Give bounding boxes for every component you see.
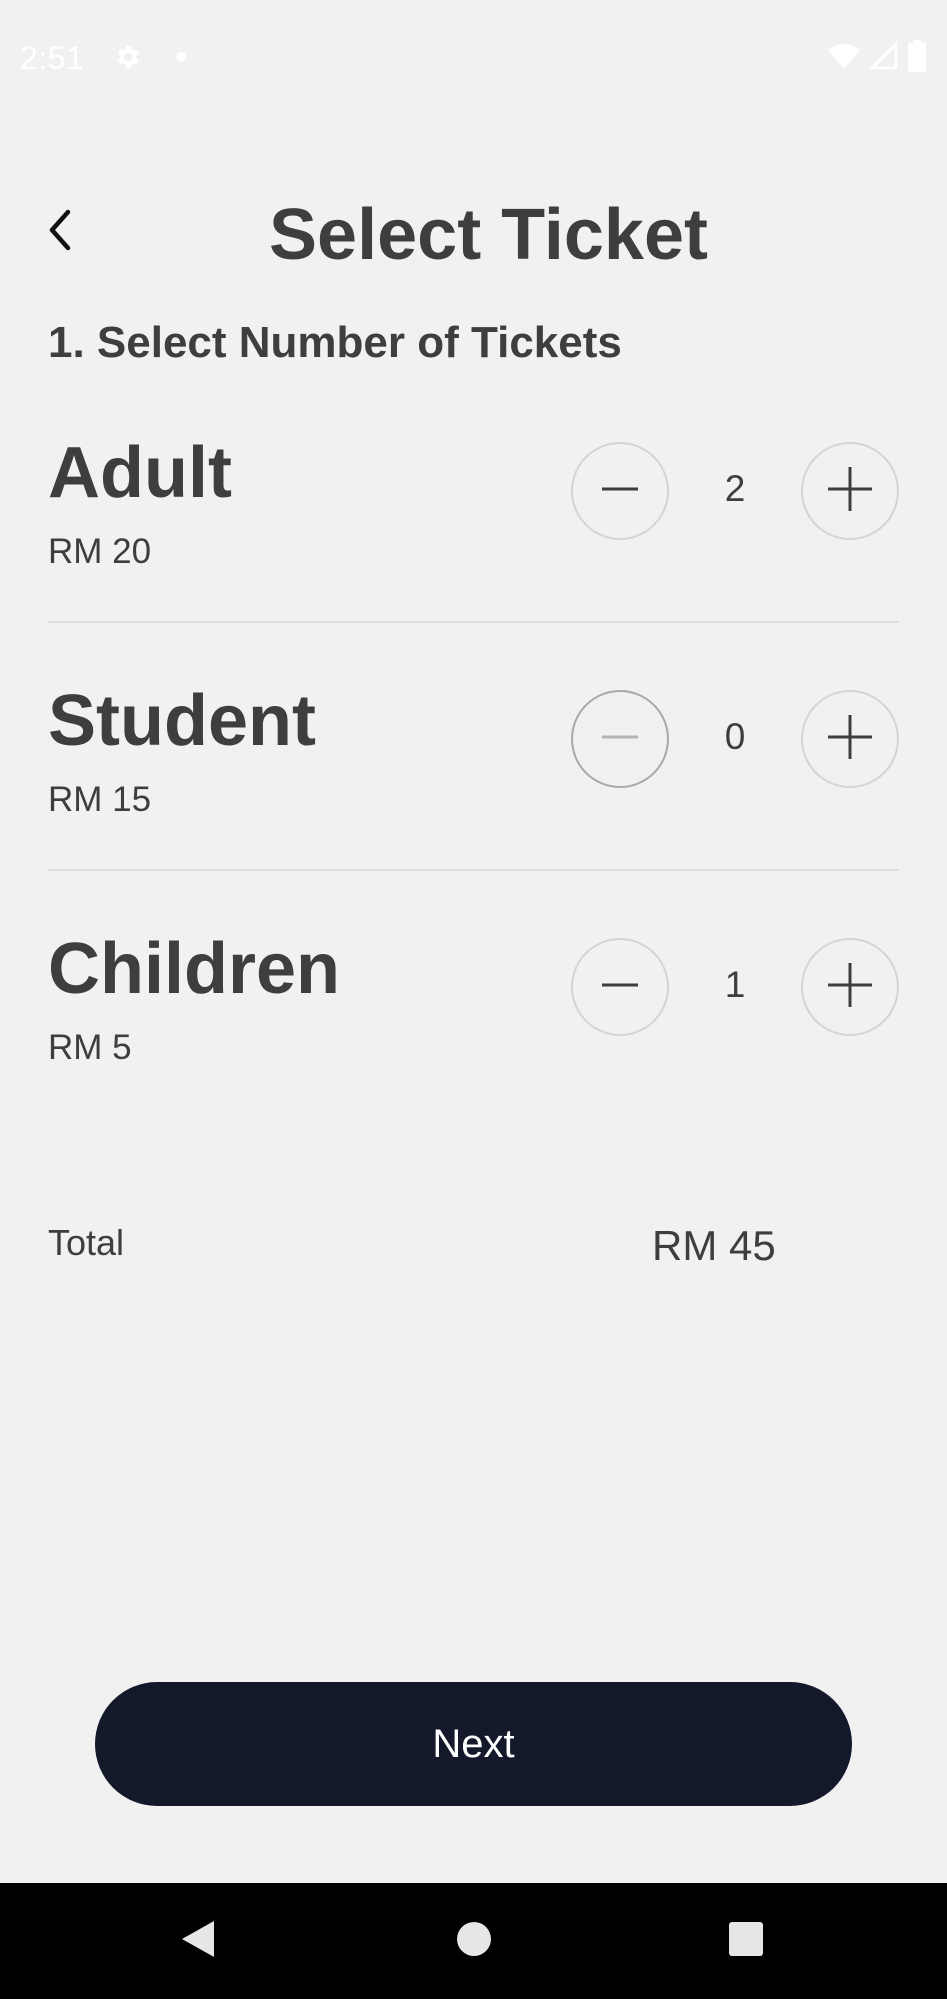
quantity-stepper: 0 — [571, 690, 899, 792]
system-nav-bar — [0, 1883, 947, 1999]
home-circle-icon — [456, 1921, 492, 1962]
nav-recents-button[interactable] — [726, 1921, 766, 1961]
next-button[interactable]: Next — [95, 1682, 852, 1806]
minus-icon — [600, 469, 640, 514]
quantity-stepper: 1 — [571, 938, 899, 1040]
quantity-value: 2 — [724, 468, 746, 509]
quantity-stepper: 2 — [571, 442, 899, 544]
increment-button[interactable] — [801, 442, 899, 540]
status-icons — [827, 40, 927, 77]
wifi-icon — [827, 41, 861, 76]
decrement-button[interactable] — [571, 938, 669, 1036]
battery-icon — [907, 40, 927, 77]
divider — [48, 869, 899, 871]
ticket-price: RM 5 — [48, 1028, 132, 1067]
increment-button[interactable] — [801, 690, 899, 788]
minus-icon — [600, 965, 640, 1010]
section-title: 1. Select Number of Tickets — [48, 318, 622, 367]
nav-back-button[interactable] — [178, 1919, 218, 1964]
quantity-value: 0 — [724, 716, 746, 757]
divider — [48, 621, 899, 623]
status-time: 2:51 — [20, 40, 85, 76]
ticket-name: Student — [48, 681, 316, 761]
ticket-row-adult: Adult RM 20 2 — [48, 432, 899, 632]
minus-icon — [600, 717, 640, 762]
decrement-button[interactable] — [571, 690, 669, 788]
recents-square-icon — [728, 1921, 764, 1962]
page-title: Select Ticket — [269, 195, 708, 275]
total-label: Total — [48, 1222, 125, 1263]
increment-button[interactable] — [801, 938, 899, 1036]
nav-home-button[interactable] — [454, 1921, 494, 1961]
plus-icon — [826, 961, 874, 1014]
ticket-price: RM 20 — [48, 532, 152, 571]
ticket-name: Adult — [48, 433, 232, 513]
ticket-name: Children — [48, 929, 341, 1009]
ticket-price: RM 15 — [48, 780, 152, 819]
cellular-signal-icon — [868, 40, 899, 76]
notification-dot-icon — [176, 52, 186, 62]
back-triangle-icon — [180, 1919, 216, 1964]
plus-icon — [826, 465, 874, 518]
ticket-row-children: Children RM 5 1 — [48, 928, 899, 1128]
plus-icon — [826, 713, 874, 766]
gear-icon — [112, 42, 142, 77]
status-bar: 2:51 — [0, 0, 947, 120]
total-value: RM 45 — [652, 1222, 776, 1269]
ticket-row-student: Student RM 15 0 — [48, 680, 899, 880]
quantity-value: 1 — [724, 964, 746, 1005]
app-header: Select Ticket — [0, 180, 947, 290]
decrement-button[interactable] — [571, 442, 669, 540]
